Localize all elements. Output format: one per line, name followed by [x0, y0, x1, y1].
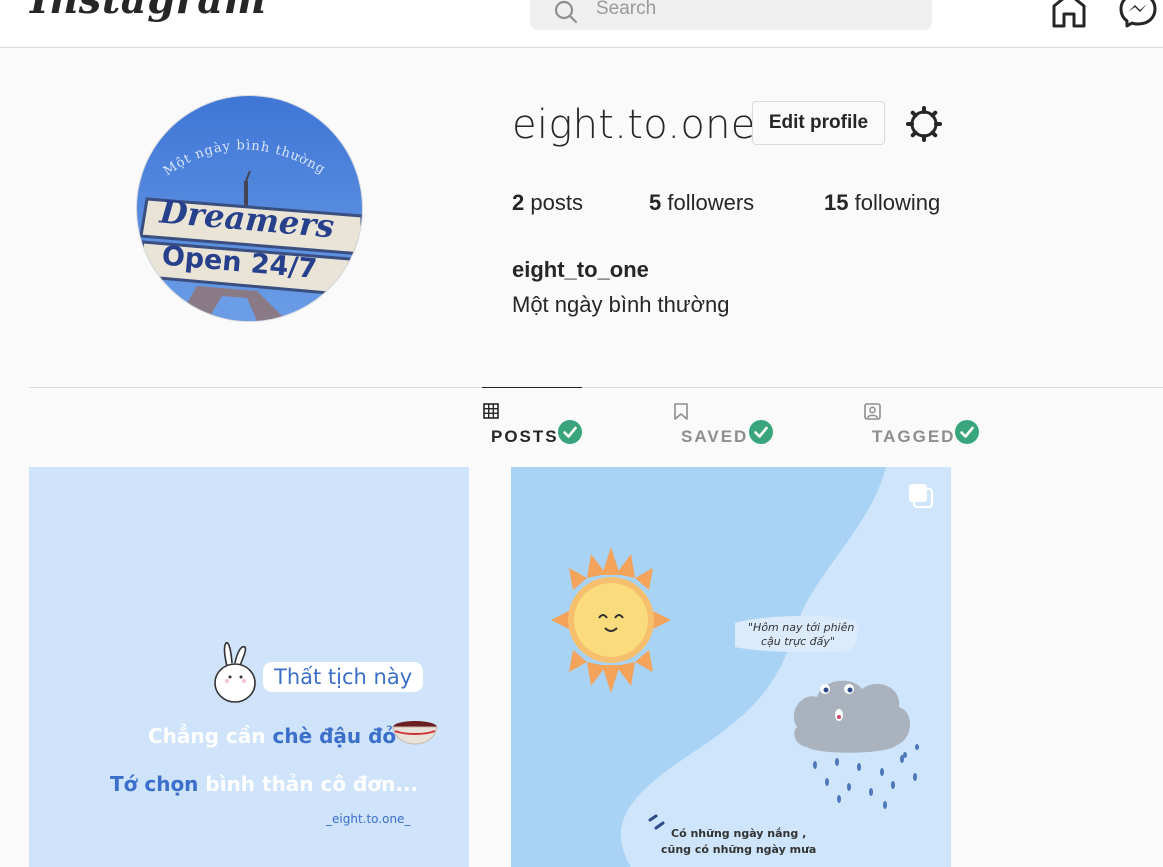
wind-dashes — [648, 814, 665, 830]
posts-count-stat: 2 posts — [512, 190, 583, 215]
tab-tagged-label: TAGGED — [872, 427, 956, 446]
edit-profile-button[interactable]: Edit profile — [752, 101, 885, 145]
active-tab-indicator — [482, 387, 582, 388]
followers-stat[interactable]: 5 followers — [649, 190, 754, 216]
post1-line1: Thất tịch này — [263, 662, 424, 692]
speech-bubble-shape — [735, 615, 858, 653]
tabs-divider — [29, 387, 1163, 388]
post2-caption-line1: Có những ngày nắng , — [671, 827, 807, 840]
post2-bubble-line2: cậu trực đấy" — [761, 635, 835, 648]
bunny-illustration — [214, 641, 256, 703]
verified-check-icon — [558, 420, 582, 444]
verified-check-icon — [749, 420, 773, 444]
post1-line2: Chẳng cần chè đậu đỏ — [148, 724, 397, 748]
settings-gear-icon[interactable] — [905, 105, 943, 143]
post1-signature: _eight.to.one_ — [326, 812, 411, 826]
bookmark-icon — [674, 403, 688, 420]
grid-icon — [483, 403, 499, 419]
messenger-icon[interactable] — [1119, 0, 1159, 28]
instagram-logo[interactable]: Instagram — [30, 0, 267, 23]
verified-check-icon — [955, 420, 979, 444]
sun-illustration — [551, 547, 671, 693]
post2-bubble-line1: "Hôm nay tới phiên — [748, 621, 855, 634]
post-thumbnail-2[interactable]: "Hôm nay tới phiên cậu trực đấy" Có nhữn… — [511, 467, 951, 867]
home-icon[interactable] — [1050, 0, 1088, 28]
rain-cloud-illustration — [793, 680, 919, 809]
search-icon — [554, 0, 578, 24]
profile-username: eight.to.one — [512, 102, 756, 148]
tab-posts-label: POSTS — [491, 427, 559, 446]
profile-avatar[interactable]: Dreamers Open 24/7 Một ngày bình thường — [136, 95, 363, 322]
search-box[interactable] — [530, 0, 932, 30]
tagged-person-icon — [864, 403, 881, 420]
search-input[interactable] — [594, 0, 898, 20]
profile-full-name: eight_to_one — [512, 257, 649, 282]
post1-line3: Tớ chọn bình thản cô đơn... — [110, 772, 419, 796]
post2-caption-line2: cũng có những ngày mưa — [661, 843, 817, 856]
tab-saved-label: SAVED — [681, 427, 749, 446]
following-stat[interactable]: 15 following — [824, 190, 940, 216]
carousel-icon — [909, 484, 934, 509]
red-bean-bowl-illustration — [392, 721, 438, 745]
post-thumbnail-1[interactable]: Thất tịch này Chẳng cần chè đậu đỏ Tớ ch… — [29, 467, 469, 867]
top-navigation: Instagram — [0, 0, 1163, 48]
profile-bio: Một ngày bình thường — [512, 292, 730, 317]
